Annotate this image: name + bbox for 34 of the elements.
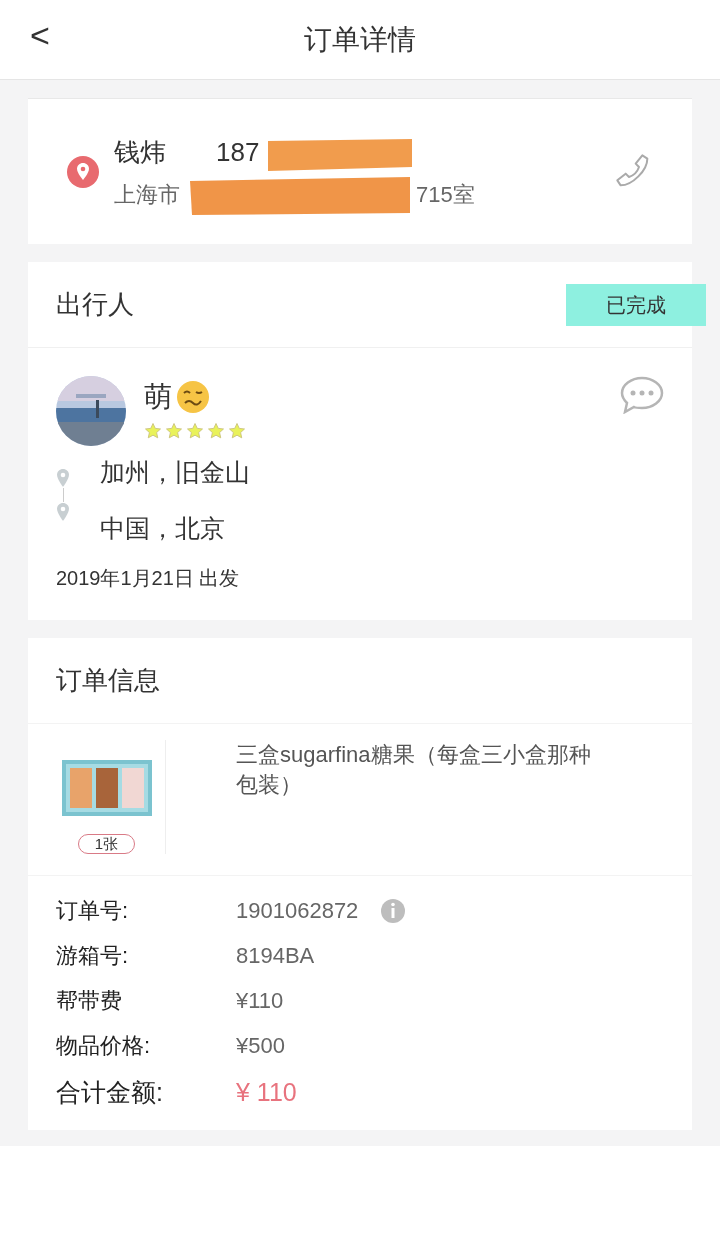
traveler-name: 萌 — [144, 380, 172, 414]
section-title: 订单信息 — [56, 664, 160, 697]
item-title: 三盒sugarfina糖果（每盒三小盒那种包装） — [236, 741, 592, 799]
star-icon — [207, 422, 225, 440]
destination-text: 中国，北京 — [100, 512, 226, 544]
recipient-phone: 187 — [216, 135, 260, 169]
section-title: 出行人 — [56, 288, 134, 321]
departure-date: 2019年1月21日 出发 — [55, 566, 241, 591]
recipient-name: 钱炜 — [114, 135, 166, 169]
field-label: 帮带费 — [56, 987, 123, 1015]
field-label: 物品价格: — [56, 1032, 152, 1060]
address-text: 715室 — [416, 180, 475, 209]
page-title: 订单详情 — [304, 22, 416, 57]
field-label: 游箱号: — [56, 942, 130, 970]
address-text: 上海市 — [114, 180, 180, 209]
chat-icon[interactable] — [620, 376, 664, 414]
field-label: 订单号: — [56, 897, 130, 925]
star-icon — [228, 422, 246, 440]
star-icon — [144, 422, 162, 440]
origin-text: 加州，旧金山 — [100, 457, 250, 488]
location-pin-icon — [56, 468, 70, 488]
field-value: 8194BA — [236, 942, 315, 970]
info-icon[interactable] — [380, 897, 407, 924]
status-badge: 已完成 — [566, 283, 706, 326]
field-value: ¥110 — [236, 987, 284, 1015]
star-icon — [186, 422, 204, 440]
star-icon — [165, 422, 183, 440]
field-value: ¥500 — [236, 1032, 285, 1060]
back-button[interactable]: < — [30, 18, 50, 52]
field-label: 合计金额: — [56, 1077, 164, 1108]
field-value: 1901062872 — [236, 897, 359, 925]
woozy-face-icon — [176, 380, 210, 414]
field-value: ¥ 110 — [236, 1077, 297, 1108]
location-pin-icon — [66, 154, 100, 189]
